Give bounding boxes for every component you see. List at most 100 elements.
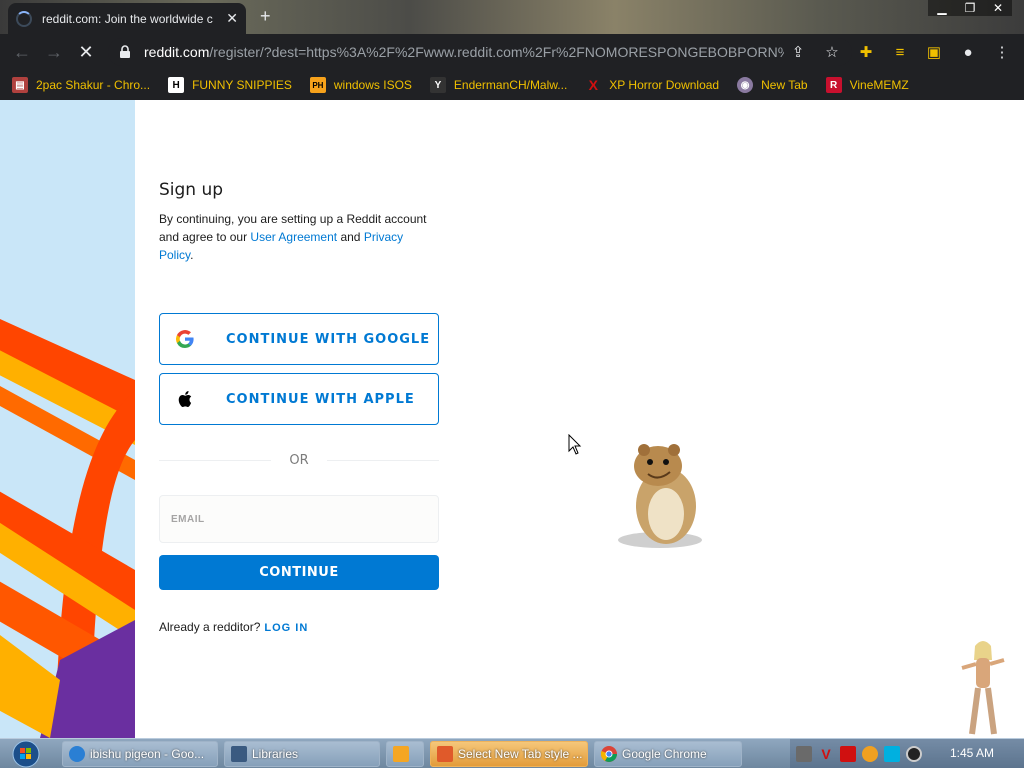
apple-button-label: CONTINUE WITH APPLE — [226, 391, 415, 407]
browser-toolbar: ← → ✕ reddit.com/register/?dest=https%3A… — [0, 34, 1024, 70]
bookmark-star-icon[interactable]: ☆ — [818, 38, 846, 66]
bookmark-item[interactable]: ◉ New Tab — [737, 77, 808, 93]
share-icon[interactable]: ⇪ — [784, 38, 812, 66]
google-icon — [176, 330, 194, 348]
browser-tab-reddit[interactable]: reddit.com: Join the worldwide c ✕ — [8, 3, 246, 34]
action-center-flag-icon[interactable] — [840, 746, 856, 762]
bookmark-label: FUNNY SNIPPIES — [192, 78, 292, 92]
tray-app-icon[interactable] — [796, 746, 812, 762]
windows-logo-icon — [12, 740, 40, 768]
tray-v-icon[interactable]: V — [818, 746, 834, 762]
taskbar-button-media-player[interactable] — [386, 741, 424, 767]
google-button-label: CONTINUE WITH GOOGLE — [226, 331, 431, 347]
tray-network-icon[interactable] — [906, 746, 922, 762]
terms-end: . — [190, 248, 194, 262]
taskbar-button-libraries[interactable]: Libraries — [224, 741, 380, 767]
continue-with-google-button[interactable]: CONTINUE WITH GOOGLE — [159, 313, 439, 365]
bookmark-item[interactable]: R VineMEMZ — [825, 77, 909, 93]
taskbar-button-chrome[interactable]: Google Chrome — [594, 741, 742, 767]
decorative-side-art — [0, 100, 135, 738]
email-field[interactable]: EMAIL — [159, 495, 439, 543]
taskbar-clock: 1:45 AM — [949, 746, 994, 760]
tray-search-icon[interactable] — [862, 746, 878, 762]
bookmark-label: 2pac Shakur - Chro... — [36, 78, 151, 92]
lock-icon — [120, 45, 130, 58]
bookmark-item[interactable]: H FUNNY SNIPPIES — [168, 77, 292, 93]
r-icon: R — [825, 77, 842, 93]
taskbar-label: Google Chrome — [622, 747, 707, 761]
media-player-icon — [393, 746, 409, 762]
page-title: Sign up — [159, 180, 224, 200]
libraries-icon — [231, 746, 247, 762]
h-icon: H — [168, 77, 185, 93]
toolbar-icons: ⇪ ☆ ✚ ≡ ▣ ● ⋮ — [784, 38, 1016, 66]
continue-with-apple-button[interactable]: CONTINUE WITH APPLE — [159, 373, 439, 425]
address-bar[interactable]: reddit.com/register/?dest=https%3A%2F%2F… — [108, 38, 852, 66]
url-path: /register/?dest=https%3A%2F%2Fwww.reddit… — [209, 44, 784, 60]
minimize-button[interactable]: ▁ — [928, 0, 956, 16]
x-icon: X — [588, 77, 598, 93]
windows-taskbar: ibishu pigeon - Goo... Libraries Select … — [0, 738, 1024, 768]
close-window-button[interactable]: ✕ — [984, 0, 1012, 16]
ie-icon — [69, 746, 85, 762]
terms-middle: and — [337, 230, 364, 244]
already-label: Already a redditor? — [159, 620, 261, 634]
yt-icon: Y — [429, 77, 446, 93]
bookmark-label: New Tab — [761, 78, 808, 92]
continue-button[interactable]: CONTINUE — [159, 555, 439, 590]
stop-button[interactable]: ✕ — [70, 36, 102, 68]
loading-spinner-icon — [16, 10, 32, 27]
stripes-art-icon — [0, 100, 135, 738]
book-icon: ▤ — [12, 77, 28, 93]
back-button[interactable]: ← — [6, 36, 38, 68]
taskbar-label: Select New Tab style ... — [458, 747, 583, 761]
terms-text: By continuing, you are setting up a Redd… — [159, 210, 439, 264]
tab-close-icon[interactable]: ✕ — [226, 10, 238, 27]
taskbar-button-new-tab-style[interactable]: Select New Tab style ... — [430, 741, 588, 767]
bookmark-item[interactable]: Y EndermanCH/Malw... — [429, 77, 568, 93]
globe-icon: ◉ — [737, 77, 754, 93]
restore-button[interactable]: ❐ — [956, 0, 984, 16]
extensions-icon[interactable]: ✚ — [852, 38, 880, 66]
url-domain: reddit.com — [144, 44, 210, 60]
tab-title: reddit.com: Join the worldwide c — [42, 11, 213, 26]
divider-line — [326, 460, 440, 461]
bookmark-label: XP Horror Download — [609, 78, 720, 92]
already-redditor-text: Already a redditor? LOG IN — [159, 620, 439, 634]
forward-button[interactable]: → — [38, 36, 70, 68]
log-in-link[interactable]: LOG IN — [264, 622, 308, 634]
signup-form: Sign up By continuing, you are setting u… — [159, 180, 440, 634]
mouse-cursor-icon — [568, 434, 582, 455]
or-divider: OR — [159, 453, 440, 468]
user-agreement-link[interactable]: User Agreement — [250, 230, 337, 244]
bookmark-label: windows ISOS — [333, 78, 412, 92]
bookmark-item[interactable]: ▤ 2pac Shakur - Chro... — [12, 77, 150, 93]
url-text: reddit.com/register/?dest=https%3A%2F%2F… — [144, 44, 784, 60]
paint-icon — [437, 746, 453, 762]
hamster-desktop-pet-icon[interactable] — [614, 440, 706, 550]
bookmark-label: EndermanCH/Malw... — [453, 78, 568, 92]
new-tab-button[interactable]: + — [260, 6, 271, 27]
divider-line — [159, 460, 272, 461]
menu-kebab-icon[interactable]: ⋮ — [988, 38, 1016, 66]
taskbar-label: Libraries — [252, 747, 299, 761]
window-controls: ▁ ❐ ✕ — [928, 0, 1012, 16]
bookmark-item[interactable]: PH windows ISOS — [309, 77, 412, 93]
email-placeholder: EMAIL — [171, 513, 205, 525]
taskbar-button-ie[interactable]: ibishu pigeon - Goo... — [62, 741, 218, 767]
bookmarks-bar: ▤ 2pac Shakur - Chro... H FUNNY SNIPPIES… — [0, 70, 1024, 100]
or-label: OR — [289, 453, 309, 468]
side-panel-icon[interactable]: ▣ — [920, 38, 948, 66]
apple-icon — [178, 391, 192, 407]
window-titlebar: reddit.com: Join the worldwide c ✕ + ▁ ❐… — [0, 0, 1024, 34]
media-control-icon[interactable]: ≡ — [886, 38, 914, 66]
taskbar-label: ibishu pigeon - Goo... — [90, 747, 205, 761]
ph-icon: PH — [309, 77, 326, 93]
profile-avatar-icon[interactable]: ● — [954, 38, 982, 66]
bookmark-label: VineMEMZ — [849, 78, 909, 92]
chrome-icon — [601, 746, 617, 762]
start-button[interactable] — [6, 739, 46, 768]
bookmark-item[interactable]: X XP Horror Download — [585, 77, 720, 93]
dancer-desktop-pet-icon[interactable] — [958, 638, 1008, 738]
tray-monitor-icon[interactable] — [884, 746, 900, 762]
